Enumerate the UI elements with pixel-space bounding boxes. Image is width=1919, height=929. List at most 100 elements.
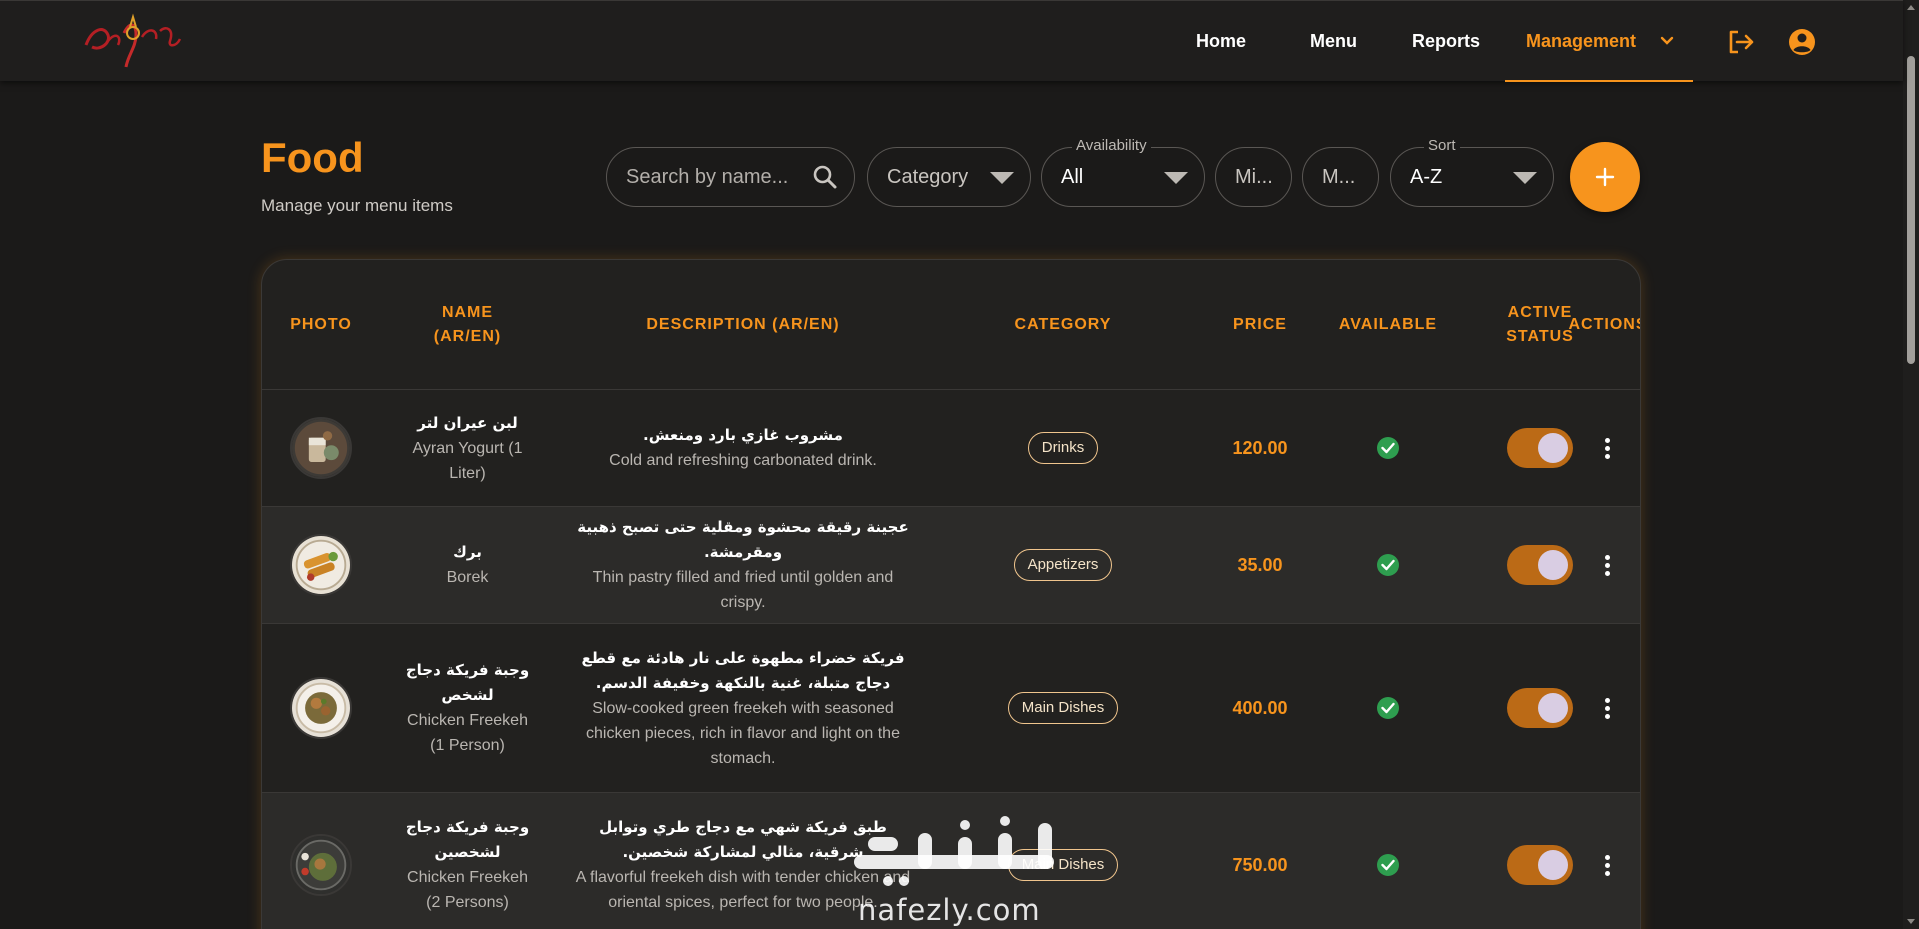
description-cell: مشروب غازي بارد ومنعش. Cold and refreshi… (555, 390, 931, 506)
item-description-en: Slow-cooked green freekeh with seasoned … (586, 699, 900, 767)
item-description-ar: مشروب غازي بارد ومنعش. (643, 426, 843, 444)
item-description-en: Thin pastry filled and fried until golde… (592, 569, 894, 611)
price-cell: 750.00 (1195, 793, 1325, 929)
category-cell: Appetizers (931, 507, 1195, 623)
item-price: 35.00 (1237, 554, 1283, 575)
column-header-category: CATEGORY (1014, 316, 1112, 333)
active-status-toggle[interactable] (1507, 428, 1573, 468)
logout-icon[interactable] (1726, 27, 1756, 57)
name-cell: وجبة فريكة دجاج لشخصين Chicken Freekeh (… (380, 793, 555, 929)
column-header-price: PRICE (1233, 316, 1287, 333)
photo-cell (262, 793, 380, 929)
category-chip: Main Dishes (1007, 692, 1119, 724)
name-cell: وجبة فريكة دجاج لشخص Chicken Freekeh (1 … (380, 624, 555, 792)
column-header-photo: PHOTO (290, 316, 352, 333)
category-chip: Main Dishes (1007, 849, 1119, 881)
active-status-toggle[interactable] (1507, 545, 1573, 585)
food-table: PHOTO NAME (AR/EN) DESCRIPTION (AR/EN) C… (261, 259, 1641, 929)
min-price-placeholder: Mi... (1235, 166, 1273, 188)
food-photo[interactable] (290, 417, 352, 479)
toggle-knob (1538, 550, 1568, 580)
toggle-knob (1538, 850, 1568, 880)
category-chip: Appetizers (1013, 549, 1113, 581)
scroll-up-arrow[interactable] (1907, 5, 1915, 10)
page-scrollbar[interactable] (1903, 0, 1919, 929)
item-name-ar: برك (453, 543, 482, 561)
item-name-en: Borek (446, 569, 489, 586)
item-price: 400.00 (1232, 697, 1288, 718)
max-price-input[interactable]: M... (1302, 147, 1379, 207)
food-photo[interactable] (290, 834, 352, 896)
max-price-placeholder: M... (1322, 166, 1356, 188)
nav-menu[interactable]: Menu (1310, 1, 1357, 82)
restaurant-logo[interactable] (78, 11, 184, 73)
nav-management[interactable]: Management (1505, 1, 1693, 82)
item-name-en: Ayran Yogurt (1 Liter) (412, 439, 523, 482)
photo-cell (262, 624, 380, 792)
item-description-en: Cold and refreshing carbonated drink. (609, 452, 877, 469)
nav-reports[interactable]: Reports (1412, 1, 1480, 82)
sort-value: A-Z (1410, 166, 1443, 188)
more-vert-icon[interactable] (1596, 853, 1620, 877)
actions-cell (1572, 793, 1640, 929)
item-price: 750.00 (1232, 854, 1288, 875)
chevron-down-icon (1660, 36, 1674, 45)
toggle-knob (1538, 433, 1568, 463)
more-vert-icon[interactable] (1596, 553, 1620, 577)
available-check-icon (1377, 437, 1399, 459)
description-cell: طبق فريكة شهي مع دجاج طري وتوابل شرقية، … (555, 793, 931, 929)
column-header-description: DESCRIPTION (AR/EN) (646, 316, 840, 333)
availability-value: All (1061, 166, 1084, 188)
top-navbar: Home Menu Reports Management (0, 0, 1903, 82)
add-food-button[interactable] (1570, 142, 1640, 212)
item-description-en: A flavorful freekeh dish with tender chi… (575, 869, 911, 911)
name-cell: لبن عيران لتر Ayran Yogurt (1 Liter) (380, 390, 555, 506)
available-check-icon (1377, 854, 1399, 876)
column-header-available: AVAILABLE (1338, 316, 1438, 333)
food-photo[interactable] (290, 677, 352, 739)
table-row[interactable]: لبن عيران لتر Ayran Yogurt (1 Liter) مشر… (262, 390, 1640, 507)
search-icon[interactable] (812, 164, 838, 190)
page-title: Food (261, 134, 364, 181)
category-select[interactable]: Category (867, 147, 1031, 207)
nav-home[interactable]: Home (1196, 1, 1246, 82)
item-name-ar: وجبة فريكة دجاج لشخصين (405, 818, 530, 861)
availability-label: Availability (1072, 137, 1151, 154)
account-circle-icon[interactable] (1787, 27, 1817, 57)
available-cell (1325, 793, 1451, 929)
scroll-thumb[interactable] (1907, 56, 1915, 364)
sort-select[interactable]: Sort A-Z (1390, 137, 1554, 207)
actions-cell (1572, 390, 1640, 506)
item-price: 120.00 (1232, 437, 1288, 458)
search-placeholder: Search by name... (626, 166, 789, 188)
more-vert-icon[interactable] (1596, 696, 1620, 720)
toggle-knob (1538, 693, 1568, 723)
min-price-input[interactable]: Mi... (1215, 147, 1292, 207)
item-description-ar: فريكة خضراء مطهوة على نار هادئة مع قطع د… (581, 648, 905, 692)
category-cell: Main Dishes (931, 793, 1195, 929)
more-vert-icon[interactable] (1596, 436, 1620, 460)
scroll-down-arrow[interactable] (1907, 919, 1915, 924)
item-name-ar: لبن عيران لتر (417, 413, 518, 432)
item-name-en: Chicken Freekeh (2 Persons) (407, 869, 528, 911)
availability-select[interactable]: Availability All (1041, 137, 1205, 207)
available-check-icon (1377, 697, 1399, 719)
dropdown-arrow-icon (1164, 172, 1188, 184)
table-header: PHOTO NAME (AR/EN) DESCRIPTION (AR/EN) C… (262, 260, 1641, 390)
table-row[interactable]: برك Borek عجينة رقيقة محشوة ومقلية حتى ت… (262, 507, 1640, 624)
column-header-actions: ACTIONS (1568, 316, 1641, 333)
active-status-toggle[interactable] (1507, 688, 1573, 728)
food-photo[interactable] (290, 534, 352, 596)
column-header-name: NAME (AR/EN) (433, 304, 502, 345)
category-placeholder: Category (887, 166, 969, 188)
table-row[interactable]: وجبة فريكة دجاج لشخصين Chicken Freekeh (… (262, 793, 1640, 929)
table-row[interactable]: وجبة فريكة دجاج لشخص Chicken Freekeh (1 … (262, 624, 1640, 793)
active-status-toggle[interactable] (1507, 845, 1573, 885)
available-cell (1325, 390, 1451, 506)
description-cell: فريكة خضراء مطهوة على نار هادئة مع قطع د… (555, 624, 931, 792)
price-cell: 400.00 (1195, 624, 1325, 792)
available-cell (1325, 624, 1451, 792)
search-input[interactable]: Search by name... (606, 147, 855, 207)
actions-cell (1572, 624, 1640, 792)
item-description-ar: عجينة رقيقة محشوة ومقلية حتى تصبح ذهبية … (577, 518, 909, 561)
